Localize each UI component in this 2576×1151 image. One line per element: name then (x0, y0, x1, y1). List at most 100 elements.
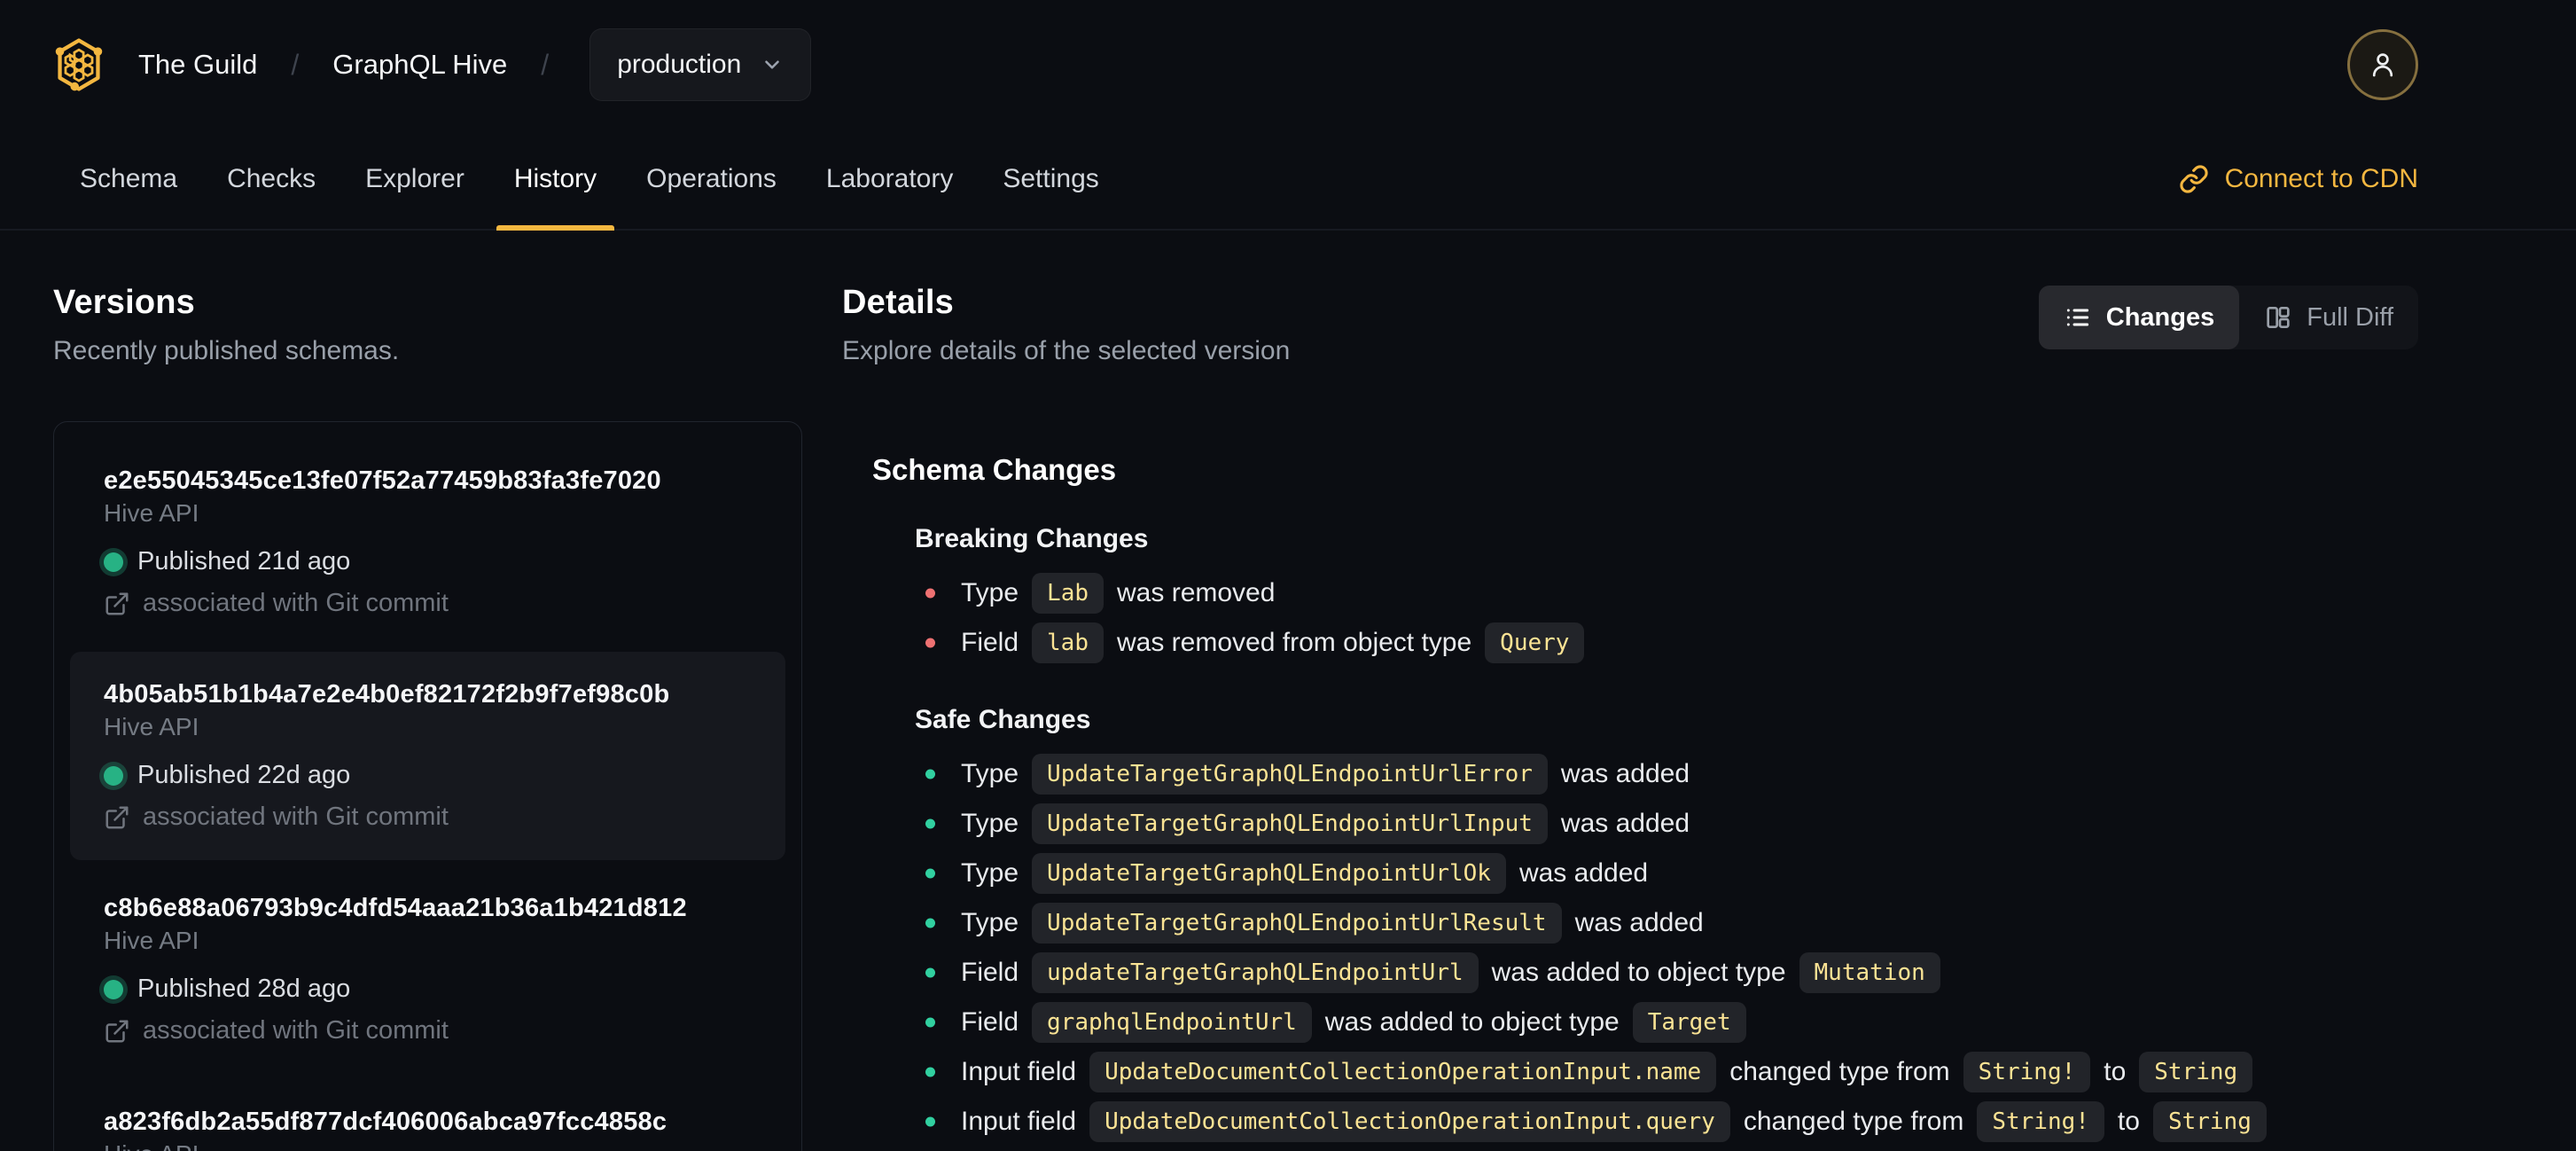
full-diff-view-label: Full Diff (2307, 302, 2393, 332)
version-list: e2e55045345ce13fe07f52a77459b83fa3fe7020… (53, 421, 802, 1151)
version-list-item[interactable]: a823f6db2a55df877dcf406006abca97fcc4858c… (70, 1079, 785, 1151)
changes-view-button[interactable]: Changes (2038, 286, 2240, 349)
code-chip: Target (1632, 1002, 1746, 1043)
git-commit-label: associated with Git commit (143, 589, 449, 617)
git-commit-link[interactable]: associated with Git commit (104, 1016, 752, 1045)
change-text: Field (961, 628, 1019, 657)
code-chip: UpdateTargetGraphQLEndpointUrlError (1032, 754, 1548, 795)
hive-logo-icon[interactable] (53, 37, 105, 92)
version-service-name: Hive API (104, 1140, 752, 1151)
changes-view-label: Changes (2105, 302, 2215, 332)
breaking-changes-title: Breaking Changes (915, 524, 1149, 553)
version-hash: e2e55045345ce13fe07f52a77459b83fa3fe7020 (104, 466, 661, 495)
breaking-change-item: Field lab was removed from object type Quer… (915, 618, 2418, 668)
change-text: was removed (1117, 578, 1276, 607)
schema-changes-section: Schema Changes Breaking Changes Type Lab w… (872, 453, 2418, 1147)
view-mode-toggle: Changes Full Diff (2038, 286, 2418, 349)
page-content: Versions Recently published schemas. e2e… (0, 231, 2576, 1151)
safe-change-item: Field updateTargetGraphQLEndpointUrl was a… (915, 948, 2418, 998)
safe-change-item: Input field UpdateDocumentCollectionOpera… (915, 1097, 2418, 1147)
change-text: was added (1560, 759, 1690, 788)
change-text: Type (961, 809, 1019, 838)
version-published-status: Published 21d ago (104, 547, 752, 576)
change-text: Type (961, 858, 1019, 888)
link-icon (2179, 164, 2209, 194)
change-text: was added to object type (1491, 958, 1786, 987)
version-published-status: Published 28d ago (104, 975, 752, 1004)
code-chip: String! (1977, 1101, 2104, 1142)
code-chip: Query (1485, 622, 1585, 663)
schema-changes-title: Schema Changes (872, 453, 1117, 486)
versions-panel: Versions Recently published schemas. e2e… (53, 284, 802, 1151)
change-text: was added (1560, 809, 1690, 838)
breaking-changes-section: Breaking Changes Type Lab was removed Field… (915, 524, 2418, 668)
version-service-name: Hive API (104, 927, 199, 954)
safe-change-item: Type UpdateTargetGraphQLEndpointUrlResult… (915, 898, 2418, 948)
change-text: was added (1574, 908, 1704, 937)
git-commit-label: associated with Git commit (143, 803, 449, 831)
code-chip: UpdateDocumentCollectionOperationInput.q… (1089, 1101, 1730, 1142)
list-icon (2064, 303, 2092, 332)
tab-laboratory[interactable]: Laboratory (808, 129, 971, 229)
code-chip: String (2152, 1101, 2267, 1142)
git-commit-link[interactable]: associated with Git commit (104, 589, 752, 618)
code-chip: graphqlEndpointUrl (1032, 1002, 1312, 1043)
version-published-status: Published 22d ago (104, 761, 752, 790)
top-bar: The Guild / GraphQL Hive / production (0, 0, 2576, 129)
code-chip: UpdateTargetGraphQLEndpointUrlResult (1032, 903, 1562, 944)
safe-changes-title: Safe Changes (915, 705, 1091, 734)
change-text: changed type from (1743, 1107, 1964, 1136)
versions-subtitle: Recently published schemas. (53, 336, 400, 365)
change-text: was added to object type (1324, 1007, 1620, 1037)
change-text: was removed from object type (1117, 628, 1472, 657)
safe-change-item: Type UpdateTargetGraphQLEndpointUrlOk was … (915, 849, 2418, 898)
details-header: Details Explore details of the selected … (842, 284, 2418, 366)
breadcrumb-org[interactable]: The Guild (138, 49, 257, 81)
breaking-change-item: Type Lab was removed (915, 568, 2418, 618)
git-commit-label: associated with Git commit (143, 1016, 449, 1045)
breadcrumb-separator: / (291, 48, 300, 81)
chevron-down-icon (761, 53, 784, 76)
change-text: Type (961, 578, 1019, 607)
tab-checks[interactable]: Checks (209, 129, 333, 229)
versions-title: Versions (53, 284, 196, 321)
code-chip: UpdateTargetGraphQLEndpointUrlOk (1032, 853, 1506, 894)
git-commit-link[interactable]: associated with Git commit (104, 803, 752, 832)
version-service-name: Hive API (104, 713, 199, 740)
change-text: Input field (961, 1107, 1077, 1136)
published-status-text: Published 22d ago (137, 761, 351, 789)
tab-history[interactable]: History (496, 129, 615, 231)
code-chip: UpdateDocumentCollectionOperationInput.n… (1089, 1052, 1717, 1092)
tab-settings[interactable]: Settings (985, 129, 1116, 229)
user-icon (2367, 49, 2399, 81)
change-text: Field (961, 1007, 1019, 1037)
change-text: was added (1518, 858, 1649, 888)
code-chip: updateTargetGraphQLEndpointUrl (1032, 952, 1479, 993)
breadcrumb-project[interactable]: GraphQL Hive (332, 49, 507, 81)
tab-operations[interactable]: Operations (628, 129, 794, 229)
full-diff-view-button[interactable]: Full Diff (2239, 286, 2418, 349)
tab-schema[interactable]: Schema (62, 129, 195, 229)
version-list-item[interactable]: c8b6e88a06793b9c4dfd54aaa21b36a1b421d812… (70, 865, 785, 1074)
change-text: Type (961, 908, 1019, 937)
target-selector-value: production (617, 50, 742, 79)
details-heading-block: Details Explore details of the selected … (842, 284, 1290, 366)
user-avatar[interactable] (2347, 29, 2418, 100)
external-link-icon (104, 804, 130, 831)
breadcrumb-separator: / (541, 48, 550, 81)
safe-change-item: Field graphqlEndpointUrl was added to obje… (915, 998, 2418, 1047)
breadcrumb: The Guild / GraphQL Hive / production (53, 28, 812, 101)
code-chip: UpdateTargetGraphQLEndpointUrlInput (1032, 803, 1548, 844)
version-list-item[interactable]: 4b05ab51b1b4a7e2e4b0ef82172f2b9f7ef98c0b… (70, 652, 785, 860)
version-list-item[interactable]: e2e55045345ce13fe07f52a77459b83fa3fe7020… (70, 438, 785, 646)
target-selector-dropdown[interactable]: production (589, 28, 812, 101)
published-status-dot (104, 979, 123, 999)
connect-to-cdn-button[interactable]: Connect to CDN (2179, 129, 2418, 229)
version-hash: a823f6db2a55df877dcf406006abca97fcc4858c (104, 1108, 667, 1136)
safe-change-item: Type UpdateTargetGraphQLEndpointUrlInput w… (915, 799, 2418, 849)
version-hash: 4b05ab51b1b4a7e2e4b0ef82172f2b9f7ef98c0b (104, 680, 670, 709)
details-panel: Details Explore details of the selected … (802, 284, 2418, 1151)
published-status-text: Published 21d ago (137, 547, 351, 576)
safe-change-item: Input field UpdateDocumentCollectionOpera… (915, 1047, 2418, 1097)
tab-explorer[interactable]: Explorer (347, 129, 482, 229)
